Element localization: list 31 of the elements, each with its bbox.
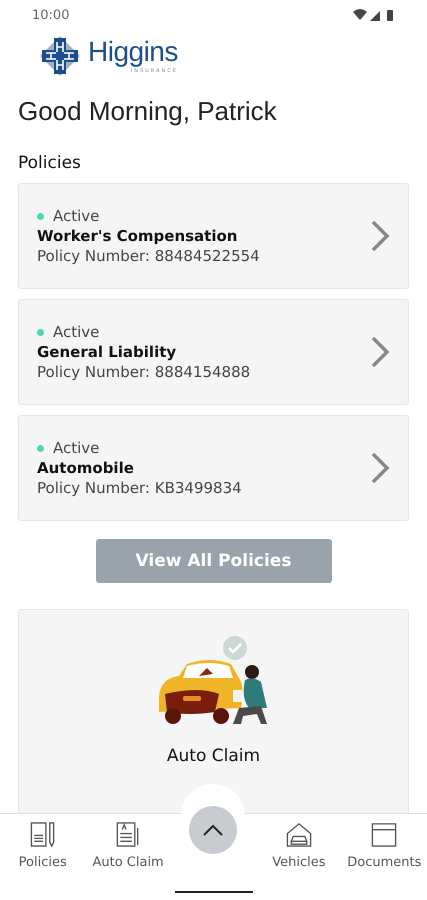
chevron-right-icon bbox=[370, 219, 390, 253]
policy-card[interactable]: Active General Liability Policy Number: 8884154888 bbox=[18, 299, 409, 405]
logo-icon bbox=[38, 34, 82, 78]
policy-name: Worker's Compensation bbox=[37, 227, 238, 245]
nav-tab[interactable]: Policies bbox=[0, 814, 86, 870]
folder-icon bbox=[370, 820, 398, 849]
chevron-right-icon bbox=[370, 451, 390, 485]
policy-number: Policy Number: KB3499834 bbox=[37, 479, 243, 497]
expand-button[interactable] bbox=[189, 806, 238, 854]
policy-status: Active bbox=[53, 439, 100, 457]
nav-tab[interactable]: Auto Claim bbox=[85, 814, 171, 870]
section-title: Policies bbox=[18, 153, 82, 173]
policy-card[interactable]: Active Automobile Policy Number: KB3499834 bbox=[18, 415, 409, 521]
status-time: 10:00 bbox=[32, 8, 70, 22]
greeting: Good Morning, Patrick bbox=[18, 96, 278, 127]
car-garage-icon bbox=[284, 820, 313, 849]
auto-claim-card[interactable]: Auto Claim bbox=[18, 609, 409, 813]
chevron-up-icon bbox=[202, 824, 224, 836]
policy-name: Automobile bbox=[37, 459, 135, 477]
chevron-right-icon bbox=[370, 335, 390, 369]
document-pencil-icon bbox=[28, 820, 57, 849]
nav-tab[interactable]: Vehicles bbox=[256, 814, 342, 870]
policy-number: Policy Number: 88484522554 bbox=[37, 247, 261, 265]
policy-status: Active bbox=[53, 323, 100, 341]
policy-number: Policy Number: 8884154888 bbox=[37, 363, 252, 381]
logo-name: Higgins bbox=[88, 38, 178, 66]
policy-status: Active bbox=[53, 207, 100, 225]
nav-tab[interactable]: Documents bbox=[342, 814, 427, 870]
claim-title: Auto Claim bbox=[166, 746, 260, 766]
policy-name: General Liability bbox=[37, 343, 178, 361]
policy-card[interactable]: Active Worker's Compensation Policy Number: 88484522554 bbox=[18, 183, 409, 289]
